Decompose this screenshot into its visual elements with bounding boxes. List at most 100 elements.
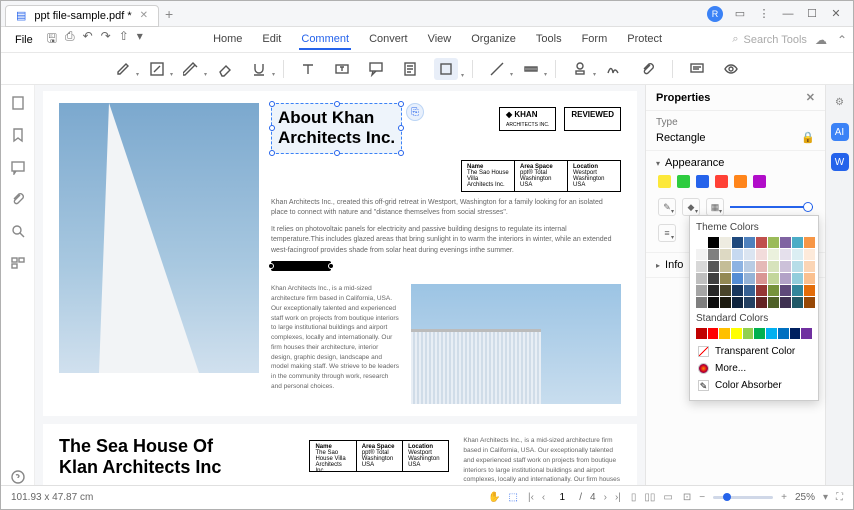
fields-icon[interactable]	[10, 255, 26, 271]
zoom-out-button[interactable]: −	[699, 492, 705, 503]
tab-home[interactable]: Home	[211, 30, 244, 50]
theme-color-cell[interactable]	[792, 273, 803, 284]
first-page-button[interactable]: |‹	[528, 492, 534, 503]
help-icon[interactable]	[10, 469, 26, 485]
appearance-toggle[interactable]: Appearance	[656, 157, 815, 169]
theme-color-cell[interactable]	[768, 237, 779, 248]
theme-color-cell[interactable]	[696, 273, 707, 284]
attachments-icon[interactable]	[10, 191, 26, 207]
collapse-ribbon-icon[interactable]: ⌃	[837, 33, 847, 47]
tab-view[interactable]: View	[426, 30, 454, 50]
fill-color-control[interactable]: ◆	[682, 198, 700, 216]
swatch-purple[interactable]	[753, 175, 766, 188]
new-tab-button[interactable]: +	[165, 6, 173, 22]
fit-width-icon[interactable]: ⊡	[683, 492, 691, 503]
theme-color-cell[interactable]	[780, 237, 791, 248]
theme-color-cell[interactable]	[780, 297, 791, 308]
theme-color-cell[interactable]	[708, 297, 719, 308]
swatch-green[interactable]	[677, 175, 690, 188]
theme-color-cell[interactable]	[792, 249, 803, 260]
tab-tools[interactable]: Tools	[534, 30, 564, 50]
theme-color-cell[interactable]	[732, 285, 743, 296]
theme-color-cell[interactable]	[780, 261, 791, 272]
stamp-tool[interactable]	[570, 59, 590, 79]
theme-color-cell[interactable]	[780, 273, 791, 284]
theme-color-cell[interactable]	[792, 285, 803, 296]
theme-color-cell[interactable]	[756, 273, 767, 284]
page-number-input[interactable]	[553, 492, 571, 503]
close-window-button[interactable]: ✕	[829, 7, 843, 20]
theme-color-cell[interactable]	[780, 249, 791, 260]
lock-icon[interactable]: 🔒	[801, 131, 815, 144]
thumbnails-icon[interactable]	[10, 95, 26, 111]
undo-icon[interactable]: ↶	[83, 29, 93, 50]
theme-color-cell[interactable]	[732, 261, 743, 272]
standard-color-cell[interactable]	[754, 328, 765, 339]
theme-color-cell[interactable]	[732, 297, 743, 308]
text-comment-tool[interactable]	[298, 59, 318, 79]
theme-color-cell[interactable]	[732, 249, 743, 260]
swatch-red[interactable]	[715, 175, 728, 188]
theme-color-cell[interactable]	[780, 285, 791, 296]
theme-color-cell[interactable]	[756, 261, 767, 272]
save-icon[interactable]: 🖫	[47, 29, 57, 50]
theme-color-cell[interactable]	[756, 249, 767, 260]
theme-color-cell[interactable]	[696, 261, 707, 272]
settings-strip-icon[interactable]: ⚙	[831, 93, 849, 111]
theme-color-cell[interactable]	[720, 273, 731, 284]
theme-color-cell[interactable]	[720, 297, 731, 308]
theme-color-cell[interactable]	[732, 237, 743, 248]
theme-color-cell[interactable]	[804, 297, 815, 308]
theme-color-cell[interactable]	[708, 261, 719, 272]
message-icon[interactable]: ▭	[733, 7, 747, 20]
tab-organize[interactable]: Organize	[469, 30, 518, 50]
theme-color-cell[interactable]	[804, 261, 815, 272]
tab-convert[interactable]: Convert	[367, 30, 410, 50]
theme-color-cell[interactable]	[768, 249, 779, 260]
print-icon[interactable]: ⎙	[65, 29, 75, 50]
theme-color-cell[interactable]	[720, 285, 731, 296]
clone-annotation-button[interactable]: ⎘	[406, 103, 424, 121]
textbox-tool[interactable]	[332, 59, 352, 79]
tab-edit[interactable]: Edit	[260, 30, 283, 50]
theme-color-cell[interactable]	[792, 297, 803, 308]
theme-color-cell[interactable]	[804, 237, 815, 248]
theme-color-cell[interactable]	[708, 249, 719, 260]
standard-color-cell[interactable]	[743, 328, 754, 339]
theme-color-cell[interactable]	[768, 285, 779, 296]
zoom-dropdown[interactable]: ▾	[823, 492, 828, 503]
theme-color-cell[interactable]	[708, 273, 719, 284]
theme-color-cell[interactable]	[744, 261, 755, 272]
swatch-yellow[interactable]	[658, 175, 671, 188]
document-viewport[interactable]: About Khan Architects Inc. ⎘	[35, 85, 645, 485]
bookmarks-icon[interactable]	[10, 127, 26, 143]
attachment-tool[interactable]	[638, 59, 658, 79]
note-tool[interactable]	[400, 59, 420, 79]
standard-color-cell[interactable]	[719, 328, 730, 339]
user-avatar[interactable]: R	[707, 6, 723, 22]
thickness-slider[interactable]	[730, 206, 813, 208]
theme-color-cell[interactable]	[744, 273, 755, 284]
selected-annotation[interactable]: About Khan Architects Inc.	[271, 103, 402, 154]
standard-color-cell[interactable]	[778, 328, 789, 339]
theme-color-cell[interactable]	[792, 237, 803, 248]
underline-tool[interactable]	[249, 59, 269, 79]
ai-assistant-icon[interactable]: AI	[831, 123, 849, 141]
theme-color-cell[interactable]	[756, 285, 767, 296]
theme-color-cell[interactable]	[696, 297, 707, 308]
theme-color-cell[interactable]	[720, 249, 731, 260]
transparent-color-option[interactable]: Transparent Color	[696, 343, 812, 360]
theme-color-cell[interactable]	[696, 237, 707, 248]
shape-tool[interactable]	[434, 58, 458, 80]
theme-color-cell[interactable]	[732, 273, 743, 284]
theme-color-cell[interactable]	[768, 261, 779, 272]
document-tab[interactable]: ▤ ppt file-sample.pdf * ✕	[5, 5, 159, 27]
comments-panel-tool[interactable]	[687, 59, 707, 79]
theme-color-cell[interactable]	[708, 285, 719, 296]
theme-color-cell[interactable]	[696, 285, 707, 296]
theme-color-cell[interactable]	[768, 297, 779, 308]
line-style-control[interactable]: ≡	[658, 224, 676, 242]
line-tool[interactable]	[487, 59, 507, 79]
theme-color-cell[interactable]	[720, 261, 731, 272]
opacity-control[interactable]: ▦	[706, 198, 724, 216]
